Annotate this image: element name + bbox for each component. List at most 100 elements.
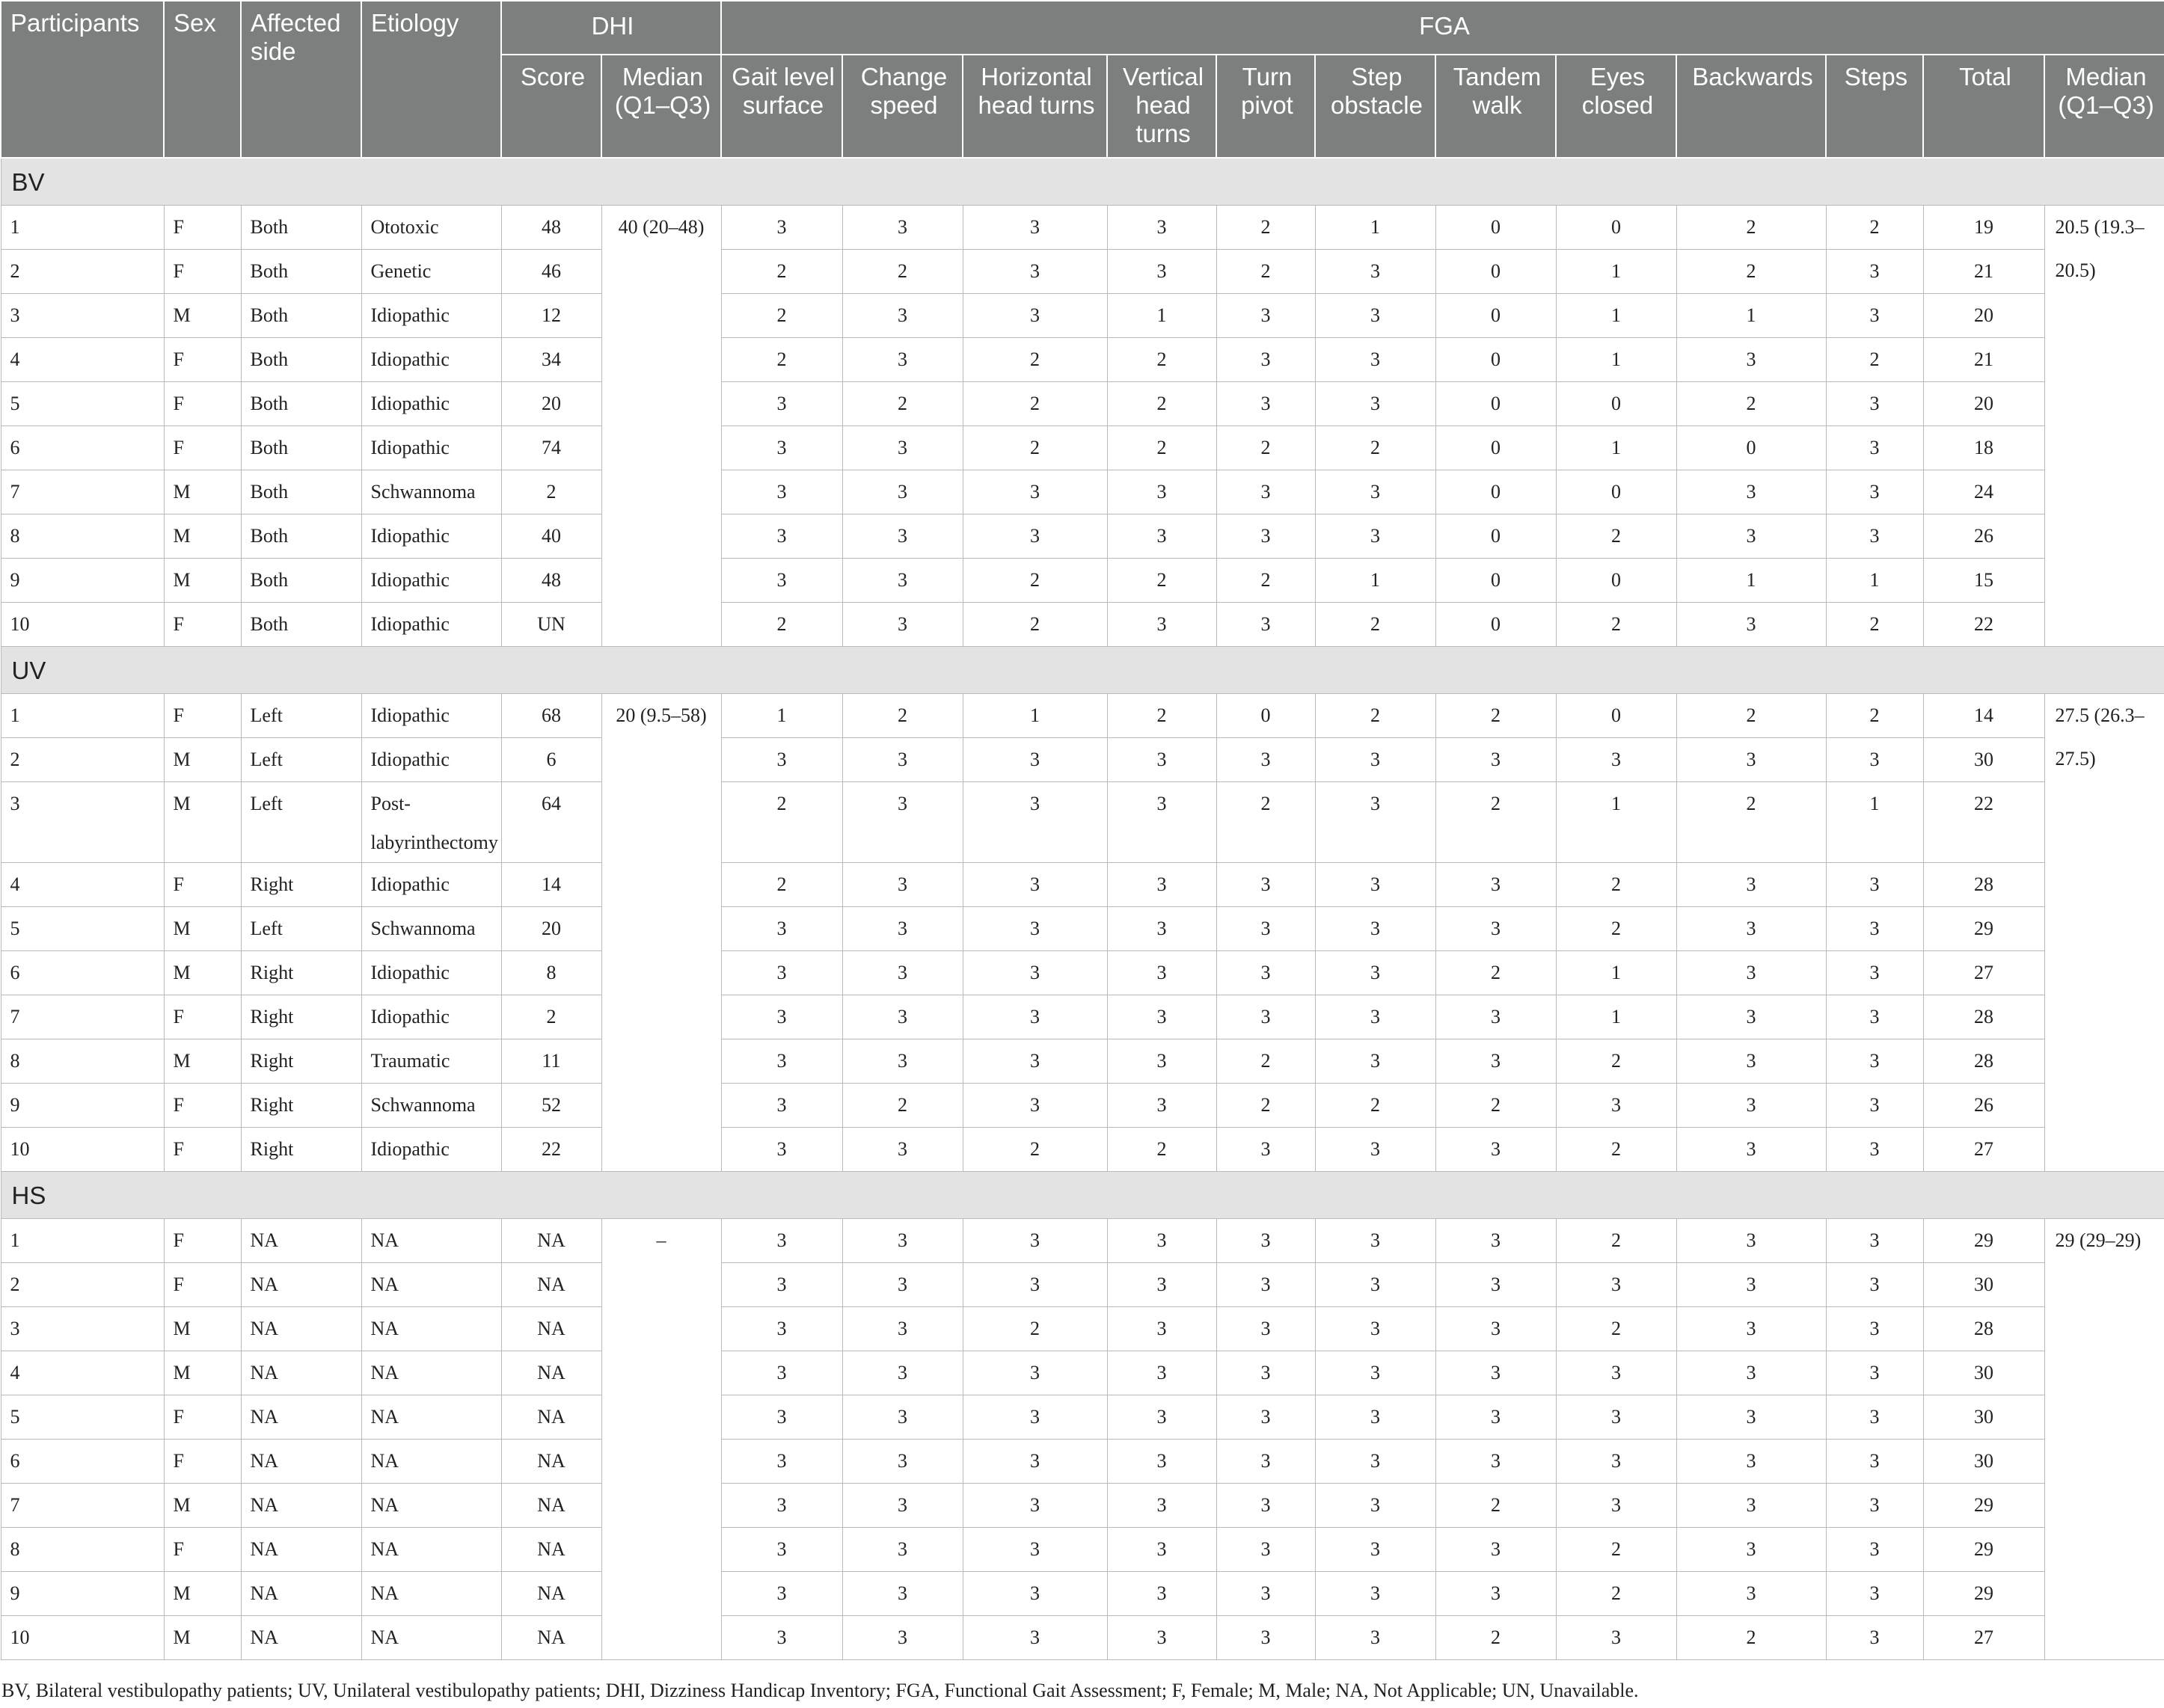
cell-fga-step-obstacle: 3 — [1314, 1306, 1436, 1351]
cell-etiology: Idiopathic — [361, 862, 502, 907]
cell-fga-step-obstacle: 3 — [1314, 514, 1436, 559]
cell-fga-vertical-head-turns: 3 — [1106, 1306, 1217, 1351]
cell-fga-horizontal-head-turns: 3 — [962, 205, 1108, 250]
cell-fga-steps: 2 — [1825, 693, 1924, 738]
cell-fga-steps: 3 — [1825, 381, 1924, 426]
cell-affected-side: Left — [240, 737, 362, 782]
cell-fga-horizontal-head-turns: 2 — [962, 558, 1108, 603]
cell-fga-backwards: 3 — [1676, 1262, 1827, 1307]
cell-fga-gait-level-surface: 3 — [720, 950, 843, 995]
cell-affected-side: Right — [240, 1127, 362, 1172]
cell-fga-step-obstacle: 3 — [1314, 906, 1436, 951]
cell-dhi-score: 20 — [500, 381, 602, 426]
cell-fga-total: 19 — [1922, 205, 2045, 250]
cell-fga-total: 24 — [1922, 470, 2045, 514]
cell-fga-step-obstacle: 1 — [1314, 558, 1436, 603]
cell-etiology: Idiopathic — [361, 426, 502, 470]
cell-fga-turn-pivot: 3 — [1216, 470, 1316, 514]
cell-fga-backwards: 3 — [1676, 337, 1827, 382]
cell-dhi-score: 74 — [500, 426, 602, 470]
cell-fga-eyes-closed: 0 — [1555, 205, 1677, 250]
cell-fga-total: 14 — [1922, 693, 2045, 738]
header-sex: Sex — [163, 0, 242, 159]
cell-fga-vertical-head-turns: 2 — [1106, 426, 1217, 470]
cell-fga-eyes-closed: 3 — [1555, 1483, 1677, 1528]
cell-fga-eyes-closed: 1 — [1555, 781, 1677, 863]
cell-dhi-score: 34 — [500, 337, 602, 382]
cell-fga-backwards: 3 — [1676, 1306, 1827, 1351]
cell-fga-horizontal-head-turns: 3 — [962, 862, 1108, 907]
cell-fga-gait-level-surface: 3 — [720, 1483, 843, 1528]
cell-sex: M — [163, 781, 242, 863]
cell-fga-gait-level-surface: 3 — [720, 1351, 843, 1395]
cell-fga-steps: 3 — [1825, 862, 1924, 907]
cell-dhi-score: 48 — [500, 558, 602, 603]
table-row: 1 F NA NA NA –3 3 3 3 3 3 3 2 3 3 29 29 (29–29) — [0, 1218, 2164, 1660]
cell-fga-backwards: 3 — [1676, 862, 1827, 907]
cell-sex: F — [163, 1439, 242, 1484]
cell-fga-steps: 2 — [1825, 602, 1924, 647]
cell-fga-turn-pivot: 2 — [1216, 426, 1316, 470]
cell-fga-total: 29 — [1922, 1527, 2045, 1572]
cell-affected-side: Both — [240, 381, 362, 426]
cell-affected-side: Right — [240, 862, 362, 907]
cell-participant: 8 — [0, 1527, 165, 1572]
cell-fga-backwards: 3 — [1676, 737, 1827, 782]
cell-dhi-median: – — [601, 1218, 722, 1660]
cell-affected-side: Both — [240, 602, 362, 647]
cell-sex: M — [163, 1306, 242, 1351]
cell-fga-steps: 1 — [1825, 558, 1924, 603]
cell-participant: 3 — [0, 1306, 165, 1351]
cell-etiology: Idiopathic — [361, 1127, 502, 1172]
cell-fga-gait-level-surface: 2 — [720, 602, 843, 647]
cell-fga-vertical-head-turns: 3 — [1106, 995, 1217, 1039]
cell-dhi-score: 2 — [500, 470, 602, 514]
table-row: 6 F Both Idiopathic 74 3 3 2 2 2 2 0 1 0 3 18 — [0, 426, 2164, 470]
cell-fga-turn-pivot: 3 — [1216, 1439, 1316, 1484]
header-fga-col-3: Vertical head turns — [1106, 54, 1217, 159]
cell-sex: M — [163, 558, 242, 603]
cell-dhi-score: NA — [500, 1527, 602, 1572]
cell-fga-change-speed: 3 — [842, 1439, 963, 1484]
header-fga-col-8: Backwards — [1676, 54, 1827, 159]
cell-fga-horizontal-head-turns: 3 — [962, 1083, 1108, 1128]
cell-participant: 4 — [0, 862, 165, 907]
cell-fga-total: 30 — [1922, 1262, 2045, 1307]
cell-etiology: Idiopathic — [361, 337, 502, 382]
cell-fga-step-obstacle: 3 — [1314, 1527, 1436, 1572]
cell-fga-backwards: 3 — [1676, 1039, 1827, 1084]
table-row: 7 F Right Idiopathic 2 3 3 3 3 3 3 3 1 3 3 28 — [0, 995, 2164, 1039]
cell-fga-change-speed: 3 — [842, 426, 963, 470]
cell-fga-change-speed: 3 — [842, 1351, 963, 1395]
cell-fga-change-speed: 3 — [842, 1127, 963, 1172]
cell-sex: M — [163, 1039, 242, 1084]
cell-participant: 5 — [0, 381, 165, 426]
cell-fga-vertical-head-turns: 3 — [1106, 1083, 1217, 1128]
cell-fga-horizontal-head-turns: 3 — [962, 737, 1108, 782]
header-fga-col-9: Steps — [1825, 54, 1924, 159]
cell-fga-gait-level-surface: 2 — [720, 337, 843, 382]
cell-dhi-median: 40 (20–48) — [601, 205, 722, 647]
cell-fga-gait-level-surface: 3 — [720, 205, 843, 250]
cell-fga-tandem-walk: 0 — [1435, 249, 1557, 294]
cell-etiology: NA — [361, 1571, 502, 1616]
cell-etiology: Schwannoma — [361, 470, 502, 514]
cell-fga-horizontal-head-turns: 3 — [962, 1527, 1108, 1572]
cell-fga-steps: 3 — [1825, 1483, 1924, 1528]
cell-fga-vertical-head-turns: 3 — [1106, 781, 1217, 863]
cell-fga-total: 20 — [1922, 381, 2045, 426]
cell-sex: M — [163, 514, 242, 559]
cell-fga-turn-pivot: 2 — [1216, 781, 1316, 863]
cell-sex: F — [163, 1083, 242, 1128]
cell-participant: 6 — [0, 950, 165, 995]
cell-fga-steps: 3 — [1825, 1127, 1924, 1172]
cell-fga-eyes-closed: 3 — [1555, 1351, 1677, 1395]
table-row: 4 M NA NA NA 3 3 3 3 3 3 3 3 3 3 30 — [0, 1351, 2164, 1395]
cell-affected-side: NA — [240, 1262, 362, 1307]
cell-participant: 7 — [0, 995, 165, 1039]
cell-fga-backwards: 2 — [1676, 781, 1827, 863]
table-row: 3 M NA NA NA 3 3 2 3 3 3 3 2 3 3 28 — [0, 1306, 2164, 1351]
cell-fga-vertical-head-turns: 3 — [1106, 1395, 1217, 1440]
cell-fga-eyes-closed: 0 — [1555, 470, 1677, 514]
cell-fga-tandem-walk: 2 — [1435, 781, 1557, 863]
